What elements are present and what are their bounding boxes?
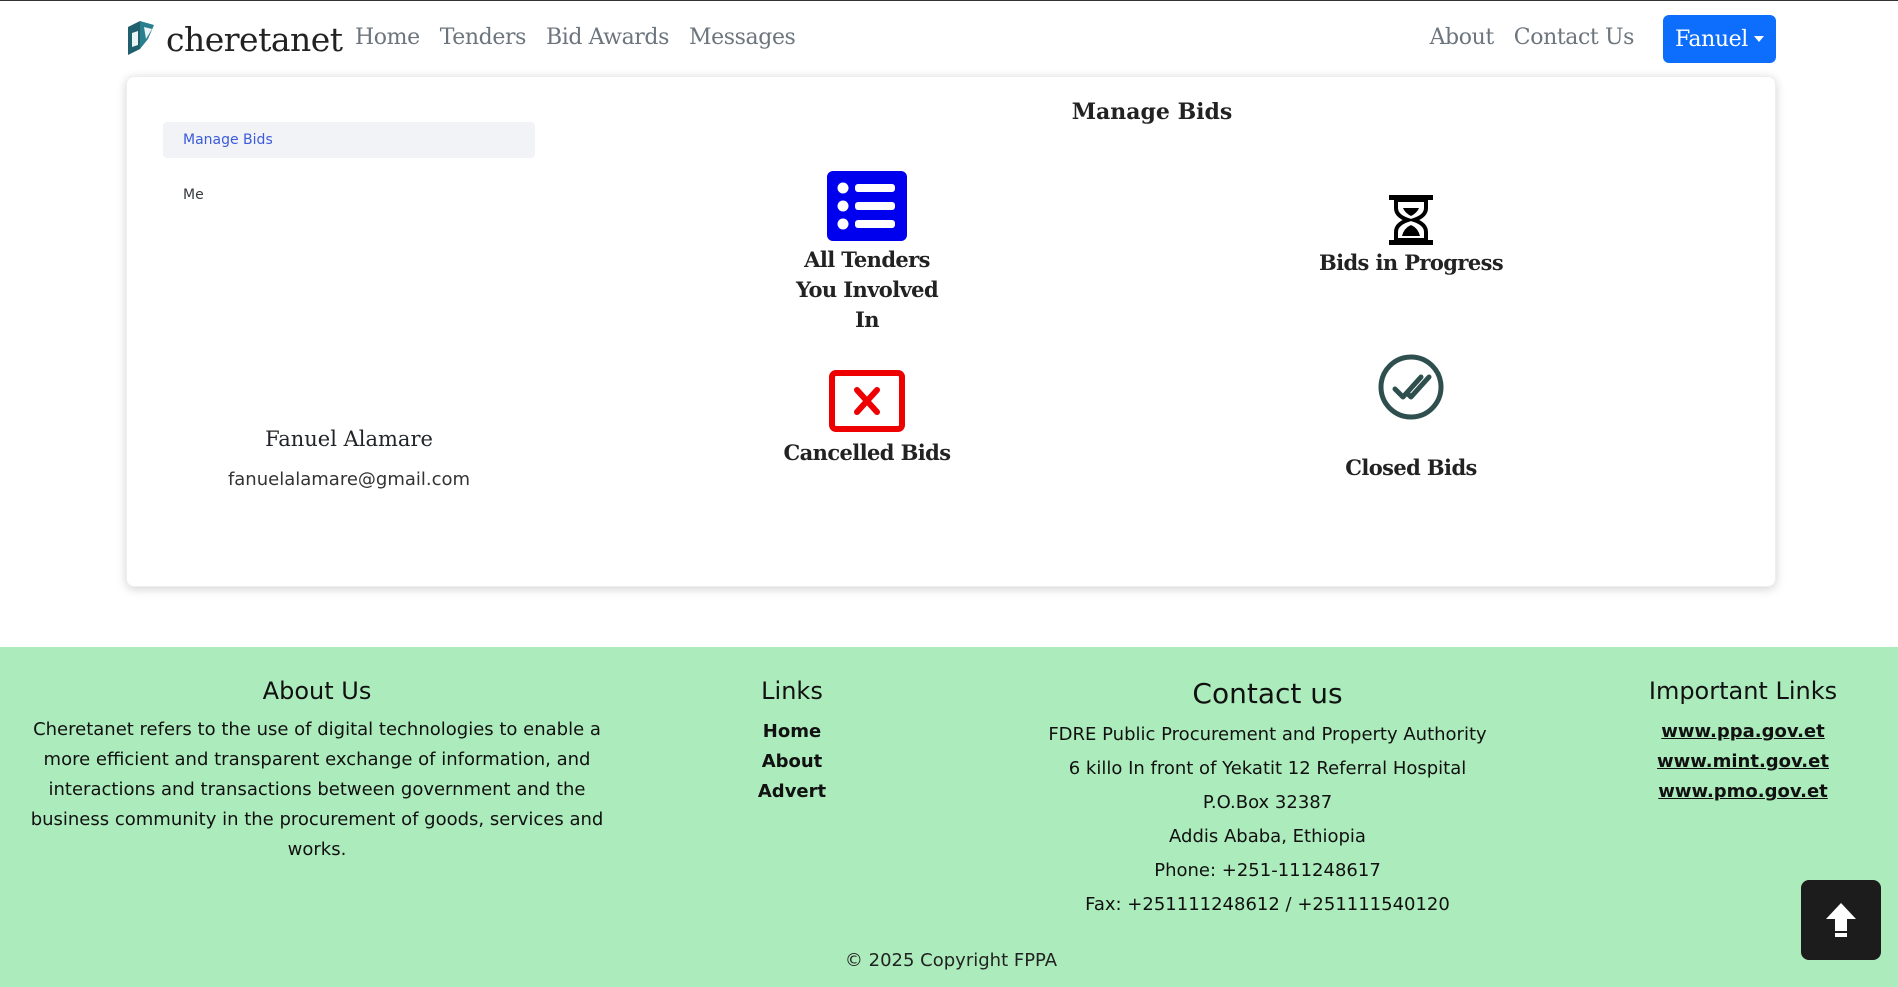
contact-line: P.O.Box 32387 [1202,792,1333,813]
contact-phone: Phone: +251-111248617 [1154,860,1381,881]
footer-about-heading: About Us [262,677,372,705]
secondary-nav: About Contact Us [1430,25,1635,50]
logo-icon [128,21,154,55]
copyright: © 2025 Copyright FPPA [844,950,1058,971]
tile-bids-in-progress[interactable]: Bids in Progress [1311,194,1511,278]
footer-links-heading: Links [761,677,823,705]
contact-line: FDRE Public Procurement and Property Aut… [1048,724,1487,745]
arrow-up-icon [1826,903,1856,937]
footer-link-ppa[interactable]: www.ppa.gov.et [1610,717,1876,747]
footer-links: Links Home About Advert [712,677,872,807]
nav-tenders[interactable]: Tenders [440,25,527,50]
check-circle-icon [1378,354,1444,420]
contact-line: 6 killo In front of Yekatit 12 Referral … [1068,758,1467,779]
sidebar-item-manage-bids[interactable]: Manage Bids [163,122,535,158]
tile-bids-in-progress-label: Bids in Progress [1318,250,1504,275]
footer-contact: Contact us FDRE Public Procurement and P… [1000,677,1535,922]
tile-all-tenders[interactable]: All Tenders You Involved In [767,171,967,335]
brand-name: cheretanet [166,19,343,59]
nav-home[interactable]: Home [355,25,420,50]
footer-link-home[interactable]: Home [712,717,872,747]
page-title: Manage Bids [1071,99,1233,125]
tile-cancelled-bids-label: Cancelled Bids [783,440,951,465]
footer-important-heading: Important Links [1648,677,1838,705]
brand-logo-link[interactable]: cheretanet [126,19,343,59]
nav-bid-awards[interactable]: Bid Awards [546,25,669,50]
scroll-to-top-button[interactable] [1801,880,1881,960]
main-nav: Home Tenders Bid Awards Messages [355,25,796,50]
hourglass-icon [1389,195,1433,245]
dashboard-card: Manage Bids Me Fanuel Alamare fanuelalam… [126,76,1776,587]
sidebar-item-me[interactable]: Me [183,187,204,203]
nav-about[interactable]: About [1430,25,1495,50]
tile-all-tenders-label: All Tenders You Involved In [795,247,939,332]
profile-name: Fanuel Alamare [265,427,433,451]
footer-important-links: Important Links www.ppa.gov.et www.mint.… [1610,677,1876,807]
footer-link-advert[interactable]: Advert [712,777,872,807]
list-icon [827,171,907,241]
footer: About Us Cheretanet refers to the use of… [0,647,1898,987]
caret-down-icon [1753,36,1764,42]
x-square-icon [829,370,905,432]
tile-closed-bids-label: Closed Bids [1345,455,1477,480]
contact-fax: Fax: +251111248612 / +251111540120 [1085,894,1450,915]
nav-messages[interactable]: Messages [689,25,796,50]
contact-line: Addis Ababa, Ethiopia [1169,826,1366,847]
profile-email: fanuelalamare@gmail.com [227,469,471,490]
footer-link-mint[interactable]: www.mint.gov.et [1610,747,1876,777]
footer-contact-heading: Contact us [1192,677,1343,710]
footer-link-pmo[interactable]: www.pmo.gov.et [1610,777,1876,807]
footer-about: About Us Cheretanet refers to the use of… [12,677,622,865]
user-dropdown-button[interactable]: Fanuel [1663,15,1776,63]
footer-link-about[interactable]: About [712,747,872,777]
user-button-label: Fanuel [1675,26,1748,52]
tile-cancelled-bids[interactable]: Cancelled Bids [767,370,967,468]
footer-about-text: Cheretanet refers to the use of digital … [30,719,604,860]
tile-closed-bids[interactable]: Closed Bids [1311,353,1511,483]
navbar: cheretanet Home Tenders Bid Awards Messa… [0,1,1898,75]
nav-contact-us[interactable]: Contact Us [1514,25,1635,50]
